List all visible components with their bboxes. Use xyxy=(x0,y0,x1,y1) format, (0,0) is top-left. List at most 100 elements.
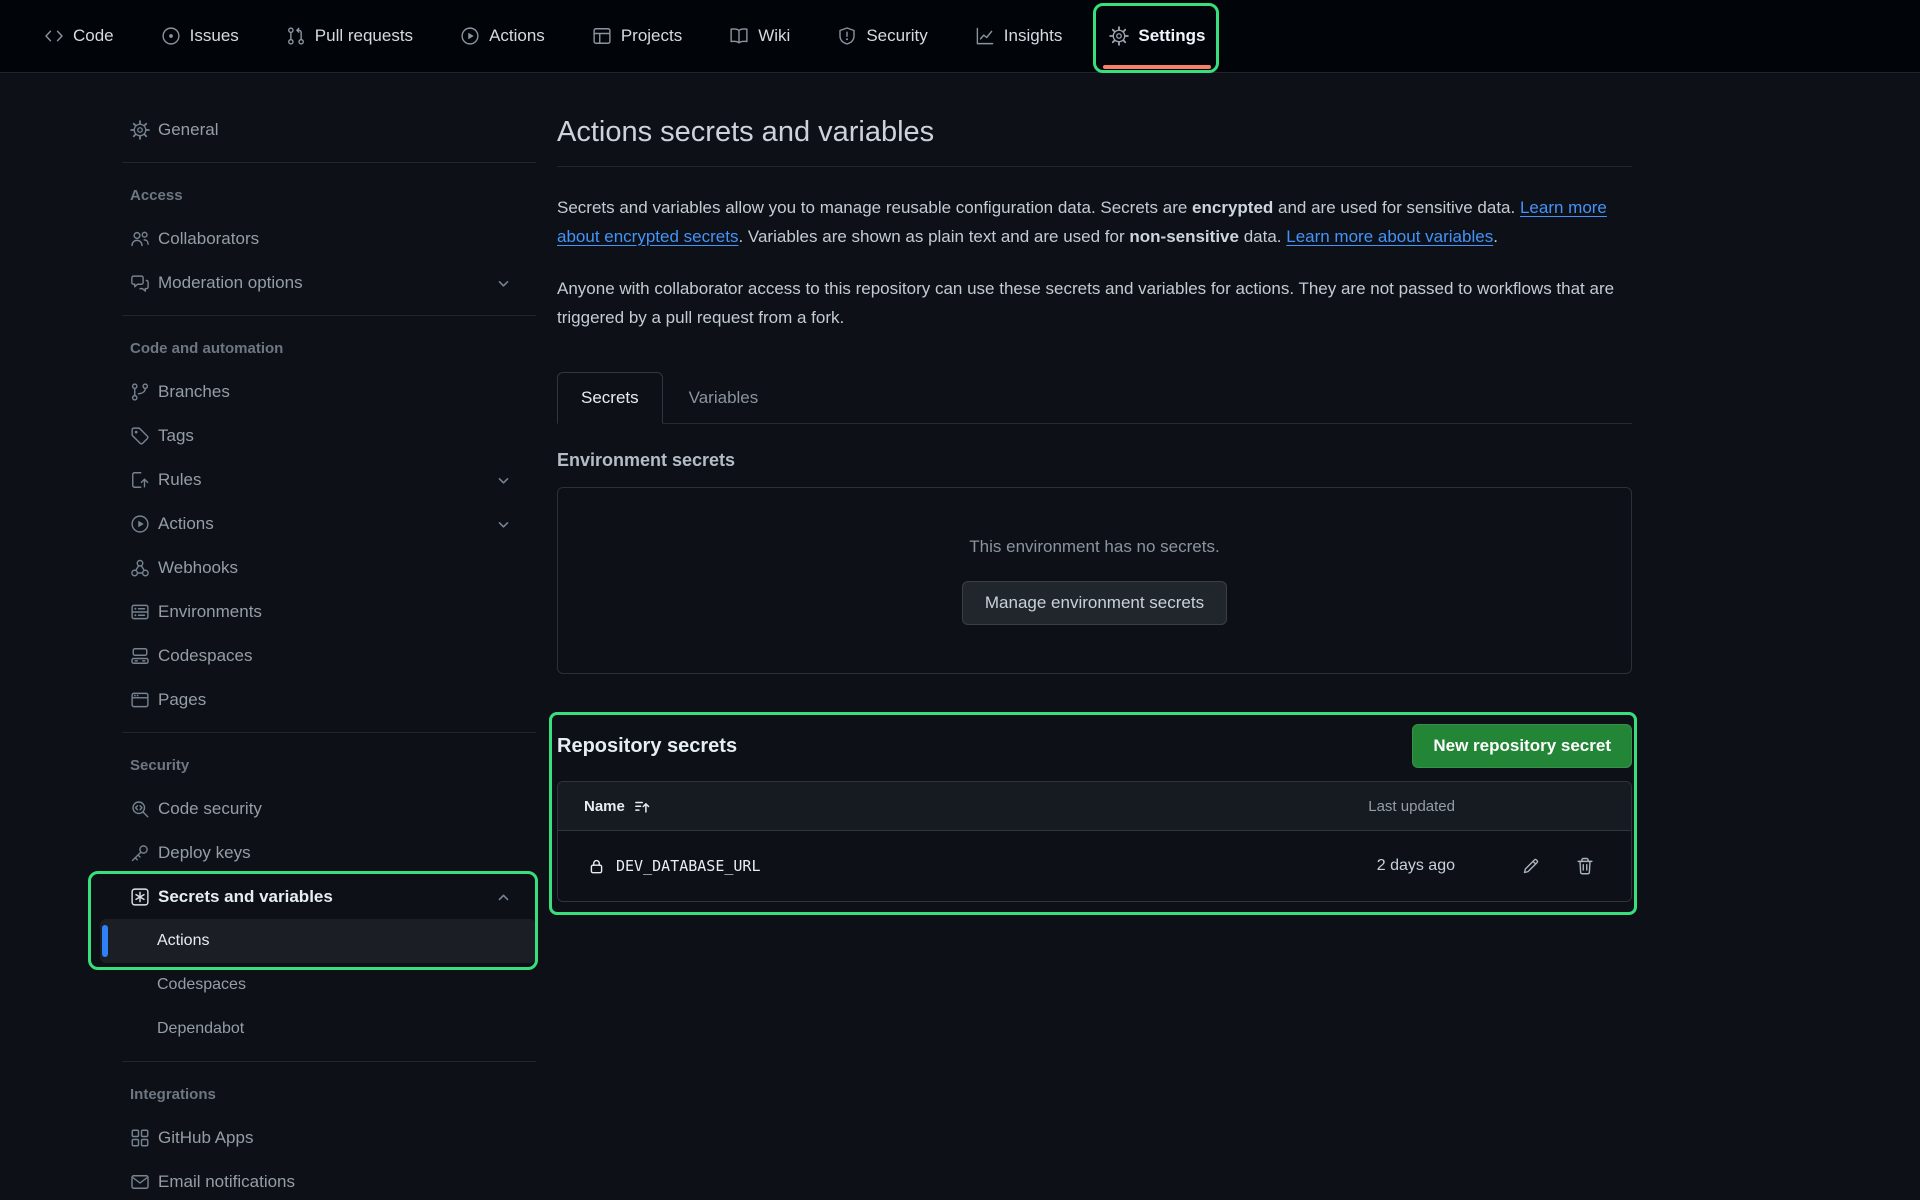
sidebar-item-collaborators[interactable]: Collaborators xyxy=(100,217,536,261)
sidebar-item-branches[interactable]: Branches xyxy=(100,370,536,414)
secrets-variables-tabnav: Secrets Variables xyxy=(557,372,1632,424)
tab-security[interactable]: Security xyxy=(837,0,927,72)
sidebar-item-deploy-keys[interactable]: Deploy keys xyxy=(100,831,536,875)
main-content: Actions secrets and variables Secrets an… xyxy=(557,72,1632,902)
tag-icon xyxy=(130,426,150,446)
settings-sidebar: General Access Collaborators Moderation … xyxy=(100,108,536,1200)
sort-ascending-icon xyxy=(634,798,651,815)
divider xyxy=(557,166,1632,167)
sidebar-item-environments[interactable]: Environments xyxy=(100,590,536,634)
intro-text: and are used for sensitive data. xyxy=(1273,198,1520,217)
tab-settings-label: Settings xyxy=(1138,26,1205,46)
secret-name: DEV_DATABASE_URL xyxy=(616,857,761,875)
sidebar-item-label: Branches xyxy=(158,382,230,402)
tab-actions[interactable]: Actions xyxy=(460,0,545,72)
mail-icon xyxy=(130,1172,150,1192)
column-name-label: Name xyxy=(584,798,625,815)
divider xyxy=(122,1061,536,1062)
tab-issues-label: Issues xyxy=(190,26,239,46)
codescan-icon xyxy=(130,799,150,819)
delete-trash-icon[interactable] xyxy=(1575,856,1595,876)
sidebar-item-label: Email notifications xyxy=(158,1172,295,1192)
webhook-icon xyxy=(130,558,150,578)
manage-environment-secrets-button[interactable]: Manage environment secrets xyxy=(962,581,1227,625)
column-header-name[interactable]: Name xyxy=(584,798,1335,815)
sidebar-item-moderation-options[interactable]: Moderation options xyxy=(100,261,536,305)
divider xyxy=(122,732,536,733)
divider xyxy=(122,162,536,163)
active-tab-underline xyxy=(1103,65,1211,69)
sidebar-section-security: Security xyxy=(100,743,536,787)
lock-icon xyxy=(588,858,605,875)
tab-pull-requests[interactable]: Pull requests xyxy=(286,0,413,72)
rules-icon xyxy=(130,470,150,490)
codespaces-icon xyxy=(130,646,150,666)
sidebar-item-email-notifications[interactable]: Email notifications xyxy=(100,1160,536,1200)
sidebar-item-general[interactable]: General xyxy=(100,108,536,152)
tab-variables[interactable]: Variables xyxy=(663,373,785,423)
table-row: DEV_DATABASE_URL 2 days ago xyxy=(558,831,1631,901)
code-icon xyxy=(44,26,64,46)
sidebar-subitem-label: Codespaces xyxy=(157,976,246,994)
sidebar-section-integrations: Integrations xyxy=(100,1072,536,1116)
sidebar-item-secrets-and-variables[interactable]: Secrets and variables xyxy=(100,875,536,919)
apps-grid-icon xyxy=(130,1128,150,1148)
sidebar-item-label: General xyxy=(158,120,218,140)
shield-icon xyxy=(837,26,857,46)
chevron-down-icon xyxy=(495,275,512,292)
sidebar-subitem-label: Dependabot xyxy=(157,1020,244,1038)
secret-name-cell: DEV_DATABASE_URL xyxy=(588,857,1335,875)
tab-actions-label: Actions xyxy=(489,26,545,46)
tab-insights[interactable]: Insights xyxy=(975,0,1063,72)
repository-secrets-section: Repository secrets New repository secret… xyxy=(557,724,1632,902)
link-variables[interactable]: Learn more about variables xyxy=(1286,227,1493,246)
tab-secrets[interactable]: Secrets xyxy=(557,372,663,424)
tab-wiki-label: Wiki xyxy=(758,26,790,46)
sidebar-item-tags[interactable]: Tags xyxy=(100,414,536,458)
edit-pencil-icon[interactable] xyxy=(1521,856,1541,876)
last-updated-cell: 2 days ago xyxy=(1335,857,1455,875)
tab-code[interactable]: Code xyxy=(44,0,114,72)
chevron-down-icon xyxy=(495,472,512,489)
sidebar-item-pages[interactable]: Pages xyxy=(100,678,536,722)
sidebar-item-label: Code security xyxy=(158,799,262,819)
intro-paragraph: Secrets and variables allow you to manag… xyxy=(557,193,1632,251)
intro-text: data. xyxy=(1239,227,1286,246)
environment-empty-text: This environment has no secrets. xyxy=(969,537,1219,557)
column-header-last-updated: Last updated xyxy=(1335,798,1455,815)
sidebar-item-actions[interactable]: Actions xyxy=(100,502,536,546)
intro-bold-encrypted: encrypted xyxy=(1192,198,1273,217)
sidebar-item-webhooks[interactable]: Webhooks xyxy=(100,546,536,590)
sidebar-item-label: Pages xyxy=(158,690,206,710)
git-branch-icon xyxy=(130,382,150,402)
play-circle-icon xyxy=(460,26,480,46)
tab-security-label: Security xyxy=(866,26,927,46)
tab-wiki[interactable]: Wiki xyxy=(729,0,790,72)
tab-projects[interactable]: Projects xyxy=(592,0,682,72)
secrets-and-variables-group: Secrets and variables Actions xyxy=(100,875,536,963)
gear-icon xyxy=(1109,26,1129,46)
sidebar-subitem-dependabot[interactable]: Dependabot xyxy=(100,1007,536,1051)
sidebar-subitem-codespaces[interactable]: Codespaces xyxy=(100,963,536,1007)
tab-issues[interactable]: Issues xyxy=(161,0,239,72)
environment-secrets-heading: Environment secrets xyxy=(557,450,1632,471)
sidebar-item-github-apps[interactable]: GitHub Apps xyxy=(100,1116,536,1160)
sidebar-subitem-actions[interactable]: Actions xyxy=(100,919,536,963)
sidebar-item-label: GitHub Apps xyxy=(158,1128,253,1148)
sidebar-subitem-label: Actions xyxy=(157,932,209,950)
repository-secrets-table: Name Last updated DEV_DATABASE_URL 2 day… xyxy=(557,781,1632,902)
sidebar-item-rules[interactable]: Rules xyxy=(100,458,536,502)
chevron-down-icon xyxy=(495,516,512,533)
tab-settings[interactable]: Settings xyxy=(1109,0,1205,72)
project-table-icon xyxy=(592,26,612,46)
key-icon xyxy=(130,843,150,863)
intro-text: Secrets and variables allow you to manag… xyxy=(557,198,1192,217)
repository-secrets-header: Repository secrets New repository secret xyxy=(557,724,1632,768)
intro-text: . xyxy=(1493,227,1498,246)
sidebar-item-label: Codespaces xyxy=(158,646,253,666)
git-pull-request-icon xyxy=(286,26,306,46)
sidebar-item-codespaces[interactable]: Codespaces xyxy=(100,634,536,678)
new-repository-secret-button[interactable]: New repository secret xyxy=(1412,724,1632,768)
sidebar-item-label: Moderation options xyxy=(158,273,303,293)
sidebar-item-code-security[interactable]: Code security xyxy=(100,787,536,831)
